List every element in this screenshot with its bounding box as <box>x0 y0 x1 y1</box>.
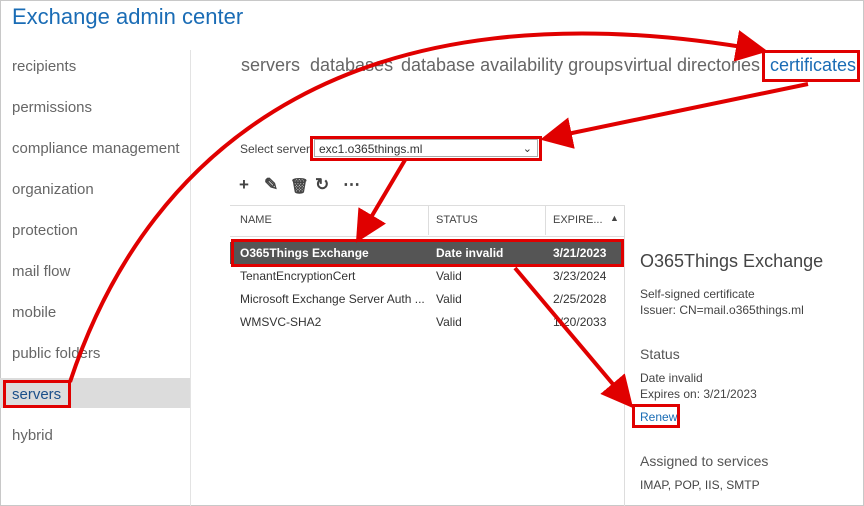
renew-link[interactable]: Renew <box>640 410 677 424</box>
more-icon[interactable]: ⋯ <box>343 175 360 195</box>
row-expires: 3/23/2024 <box>553 269 607 283</box>
row-expires: 1/20/2033 <box>553 315 607 329</box>
select-server-label: Select server: <box>240 142 314 156</box>
refresh-icon[interactable]: ↻ <box>315 175 329 195</box>
row-name: Microsoft Exchange Server Auth ... <box>240 292 425 306</box>
row-name: O365Things Exchange <box>240 246 369 260</box>
column-separator <box>545 206 546 235</box>
table-row[interactable]: WMSVC-SHA2 Valid 1/20/2033 <box>230 311 624 333</box>
column-header-status[interactable]: STATUS <box>436 214 478 226</box>
detail-title: O365Things Exchange <box>640 251 824 271</box>
edit-icon[interactable]: ✎ <box>264 175 278 195</box>
nav-item-hybrid[interactable]: hybrid <box>12 427 53 444</box>
nav-item-recipients[interactable]: recipients <box>12 58 76 75</box>
table-row[interactable]: Microsoft Exchange Server Auth ... Valid… <box>230 288 624 310</box>
add-icon[interactable]: + <box>239 175 249 195</box>
row-status: Valid <box>436 315 462 329</box>
tab-servers[interactable]: servers <box>241 55 300 76</box>
row-status: Valid <box>436 292 462 306</box>
nav-item-public-folders[interactable]: public folders <box>12 345 100 362</box>
nav-item-mail-flow[interactable]: mail flow <box>12 263 70 280</box>
app-title: Exchange admin center <box>12 4 244 29</box>
row-status: Date invalid <box>436 246 504 260</box>
table-row-selected[interactable]: O365Things Exchange Date invalid 3/21/20… <box>230 242 624 264</box>
row-name: TenantEncryptionCert <box>240 269 356 283</box>
nav-item-compliance-management[interactable]: compliance management <box>12 140 180 157</box>
detail-type: Self-signed certificate <box>640 287 755 301</box>
nav-item-servers[interactable]: servers <box>12 386 61 403</box>
row-expires: 3/21/2023 <box>553 246 607 260</box>
sort-ascending-icon[interactable]: ▲ <box>610 213 619 223</box>
server-select-value: exc1.o365things.ml <box>319 142 423 156</box>
nav-item-organization[interactable]: organization <box>12 181 94 198</box>
detail-issuer: Issuer: CN=mail.o365things.ml <box>640 303 804 317</box>
details-divider <box>624 205 625 506</box>
detail-status-value: Date invalid <box>640 371 703 385</box>
table-row[interactable]: TenantEncryptionCert Valid 3/23/2024 <box>230 265 624 287</box>
chevron-down-icon: ⌄ <box>522 143 532 155</box>
delete-icon[interactable]: 🗑 <box>290 177 309 195</box>
tab-certificates[interactable]: certificates <box>770 55 856 76</box>
tab-database-availability-groups[interactable]: database availability groups <box>401 55 623 76</box>
row-name: WMSVC-SHA2 <box>240 315 322 329</box>
column-header-expires[interactable]: EXPIRE... <box>553 214 603 226</box>
nav-item-permissions[interactable]: permissions <box>12 99 92 116</box>
detail-services-heading: Assigned to services <box>640 453 769 469</box>
tab-virtual-directories[interactable]: virtual directories <box>624 55 760 76</box>
column-separator <box>428 206 429 235</box>
column-header-name[interactable]: NAME <box>240 214 272 226</box>
nav-item-mobile[interactable]: mobile <box>12 304 56 321</box>
server-select[interactable]: exc1.o365things.ml ⌄ <box>314 139 538 157</box>
nav-item-protection[interactable]: protection <box>12 222 78 239</box>
tab-databases[interactable]: databases <box>310 55 393 76</box>
detail-status-heading: Status <box>640 346 680 362</box>
detail-services: IMAP, POP, IIS, SMTP <box>640 478 760 492</box>
row-status: Valid <box>436 269 462 283</box>
row-expires: 2/25/2028 <box>553 292 607 306</box>
detail-expires: Expires on: 3/21/2023 <box>640 387 757 401</box>
